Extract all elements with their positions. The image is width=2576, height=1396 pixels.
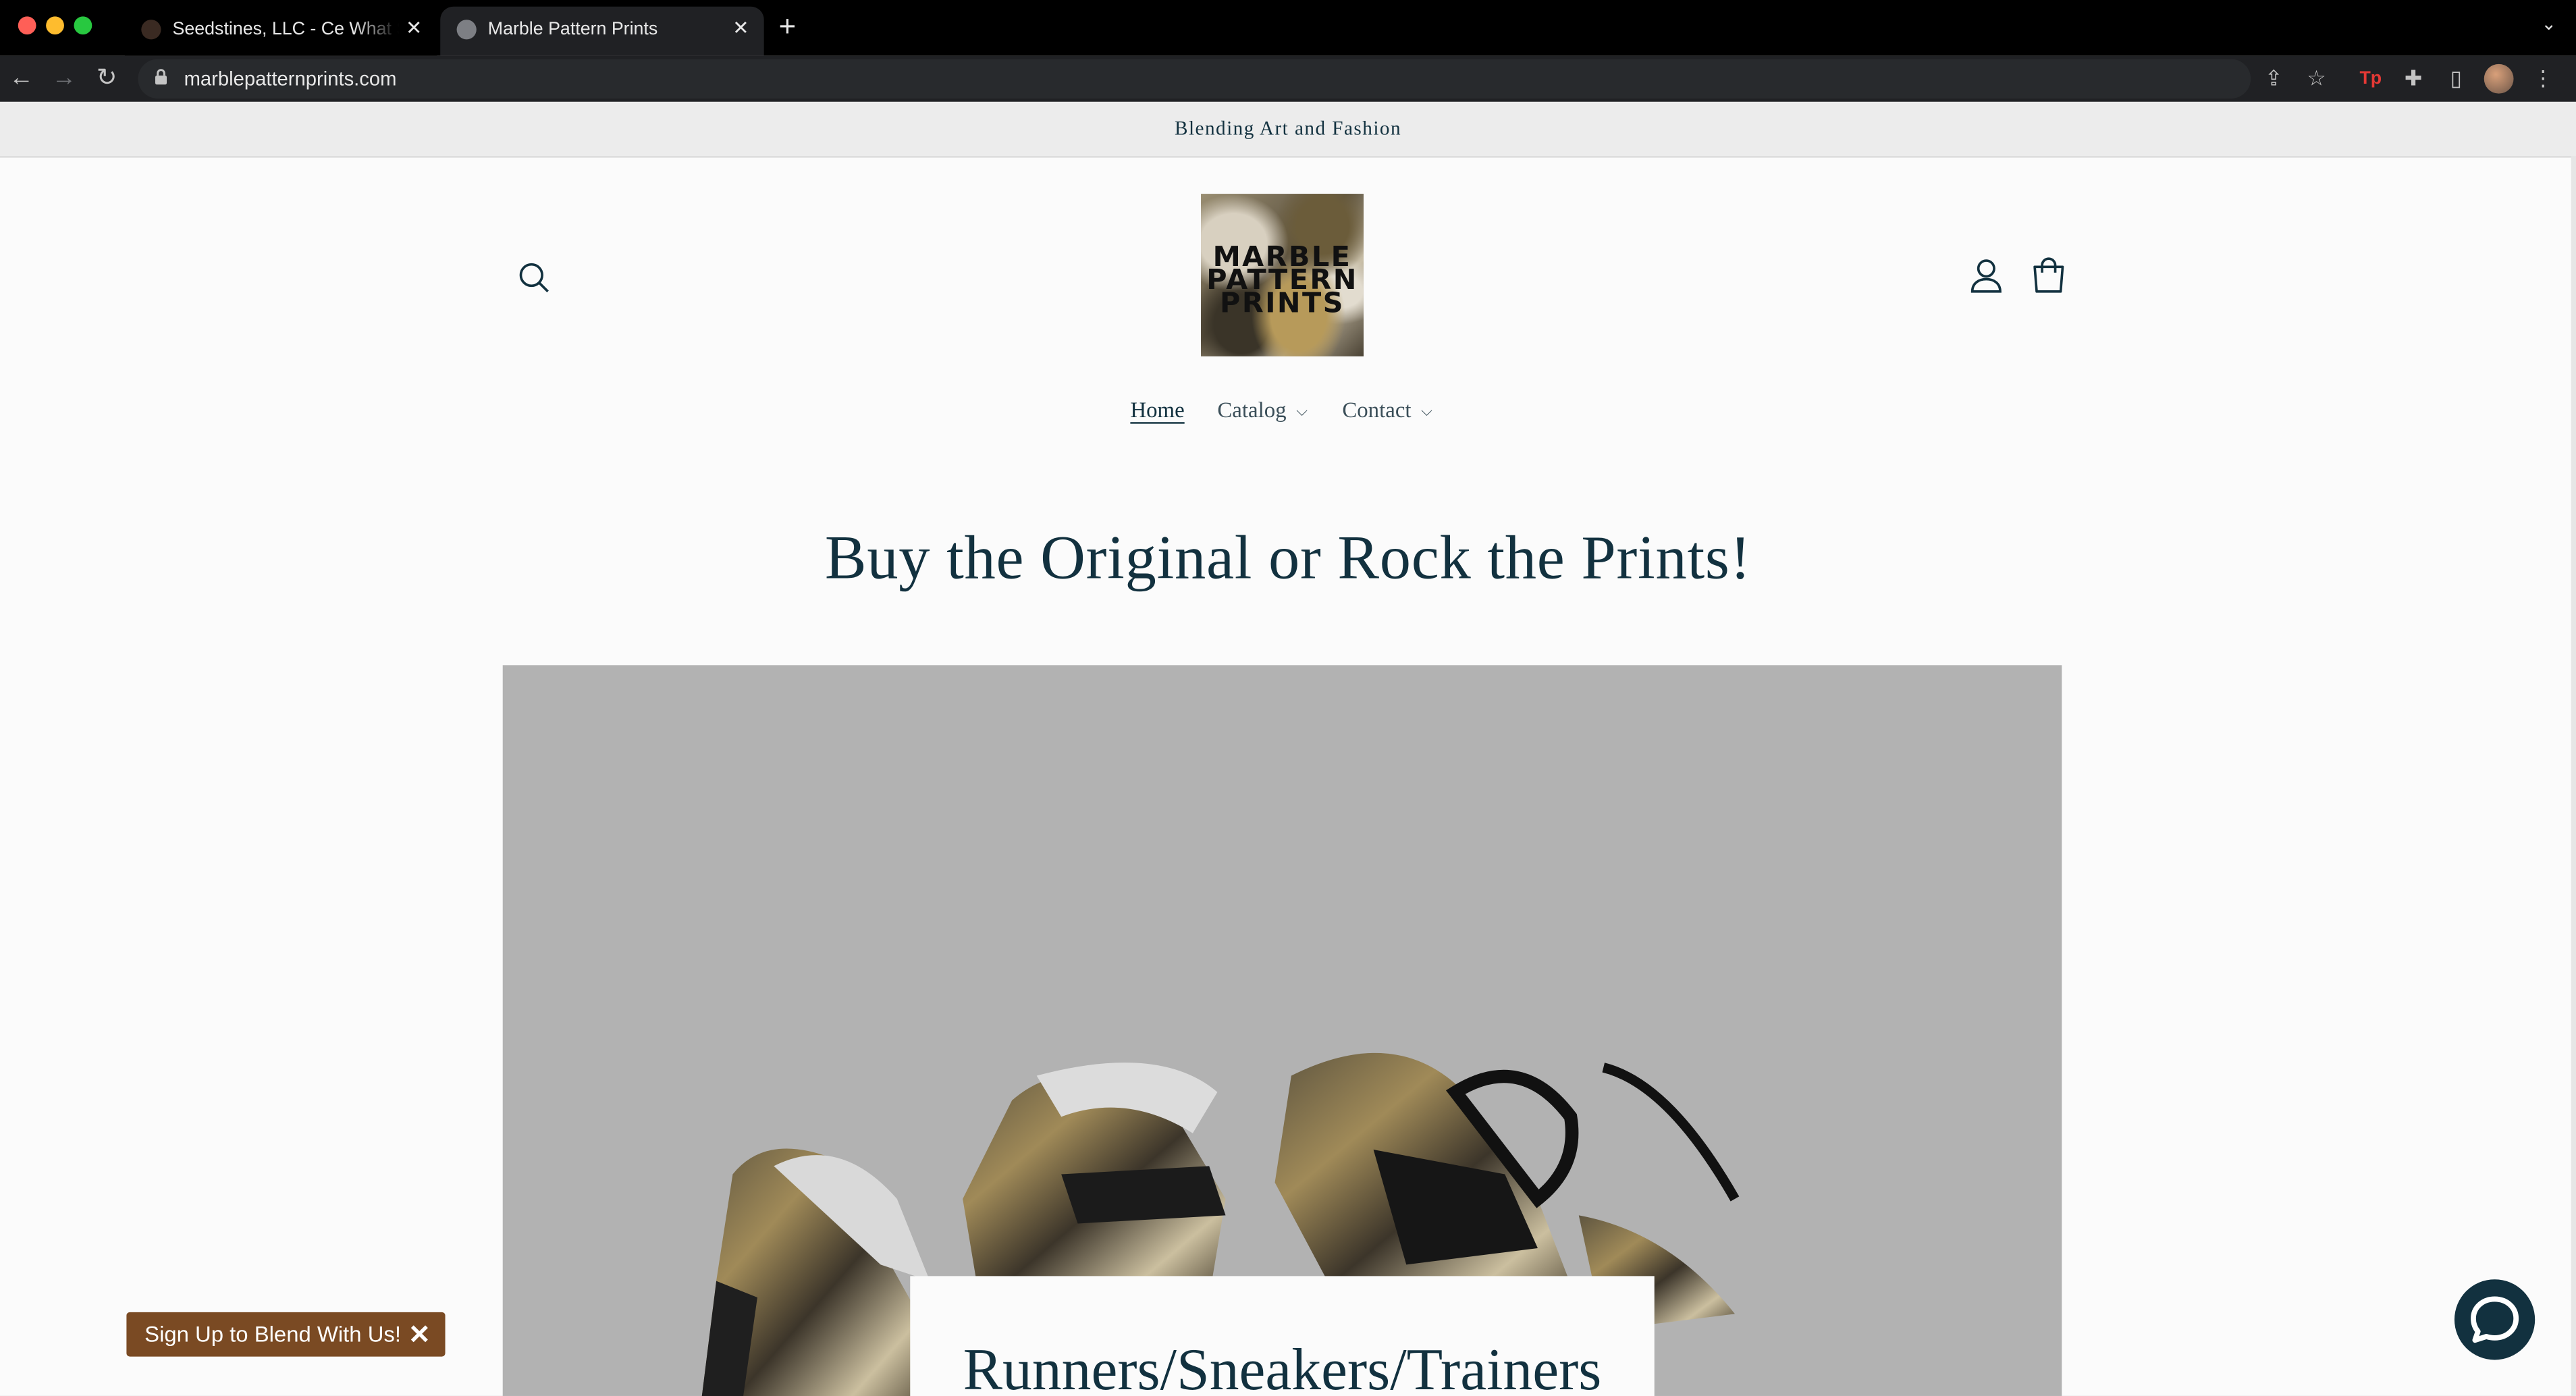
logo-text-line: PRINTS: [1220, 287, 1345, 321]
chevron-down-icon: ⌵: [1296, 402, 1308, 419]
forward-icon[interactable]: →: [48, 62, 81, 95]
tab-title: Seedstines, LLC - Ce What She Sees: [172, 20, 400, 40]
chat-launcher-button[interactable]: [2454, 1279, 2535, 1360]
reload-icon[interactable]: ↻: [90, 62, 124, 95]
address-bar[interactable]: marblepatternprints.com: [138, 59, 2251, 99]
extensions-puzzle-icon[interactable]: ✚: [2397, 62, 2430, 95]
page-scrollbar[interactable]: [2571, 156, 2576, 1396]
close-tab-icon[interactable]: ✕: [732, 16, 749, 39]
search-icon[interactable]: [516, 259, 552, 296]
announcement-bar: Blending Art and Fashion: [0, 101, 2576, 158]
signup-banner-button[interactable]: Sign Up to Blend With Us! ✕: [126, 1312, 446, 1357]
hero-caption-text: Runners/Sneakers/Trainers: [963, 1337, 1602, 1396]
tab-favicon-icon: [141, 20, 161, 40]
site-header: MARBLE PATTERN PRINTS Home Catalog ⌵ Cont…: [0, 158, 2576, 487]
back-icon[interactable]: ←: [5, 62, 38, 95]
chat-bubble-icon: [2471, 1296, 2519, 1343]
extension-tp-icon[interactable]: Tp: [2354, 62, 2387, 95]
share-icon[interactable]: ⇪: [2257, 62, 2290, 95]
close-tab-icon[interactable]: ✕: [406, 16, 422, 39]
url-text: marblepatternprints.com: [184, 67, 397, 90]
tab-search-chevron-icon[interactable]: ⌄: [2541, 13, 2556, 34]
lock-icon: [155, 69, 167, 85]
nav-contact-menu[interactable]: Contact ⌵: [1342, 398, 1432, 424]
nav-home-link[interactable]: Home: [1130, 398, 1184, 424]
bookmark-star-icon[interactable]: ☆: [2300, 62, 2333, 95]
close-icon[interactable]: ✕: [408, 1319, 431, 1352]
browser-tab[interactable]: Seedstines, LLC - Ce What She Sees ✕: [124, 6, 437, 56]
new-tab-button[interactable]: +: [779, 10, 797, 43]
tab-title: Marble Pattern Prints: [487, 20, 658, 40]
account-icon[interactable]: [1968, 257, 2005, 296]
close-window-button[interactable]: [18, 16, 36, 35]
chevron-down-icon: ⌵: [1421, 402, 1432, 419]
browser-window: Seedstines, LLC - Ce What She Sees ✕ Mar…: [0, 0, 2576, 1396]
nav-catalog-label: Catalog: [1217, 397, 1287, 423]
page-headline: Buy the Original or Rock the Prints!: [824, 524, 1752, 593]
nav-catalog-menu[interactable]: Catalog ⌵: [1217, 398, 1307, 424]
profile-avatar[interactable]: [2484, 63, 2514, 94]
hero-collection-image[interactable]: Runners/Sneakers/Trainers: [502, 665, 2062, 1396]
tab-strip: Seedstines, LLC - Ce What She Sees ✕ Mar…: [0, 0, 2576, 56]
browser-toolbar: ← → ↻ marblepatternprints.com ⇪ ☆ Tp ✚ ▯…: [0, 55, 2576, 102]
hero-caption-card[interactable]: Runners/Sneakers/Trainers: [910, 1276, 1655, 1396]
announcement-text: Blending Art and Fashion: [1175, 116, 1402, 140]
browser-tab-active[interactable]: Marble Pattern Prints ✕: [440, 6, 764, 56]
minimize-window-button[interactable]: [46, 16, 64, 35]
nav-contact-label: Contact: [1342, 397, 1412, 423]
signup-label: Sign Up to Blend With Us!: [144, 1322, 402, 1347]
globe-icon: [456, 20, 477, 40]
site-logo[interactable]: MARBLE PATTERN PRINTS: [1201, 194, 1364, 356]
side-panel-icon[interactable]: ▯: [2440, 62, 2473, 95]
maximize-window-button[interactable]: [74, 16, 92, 35]
cart-icon[interactable]: [2031, 257, 2067, 296]
browser-menu-icon[interactable]: ⋮: [2527, 62, 2560, 95]
